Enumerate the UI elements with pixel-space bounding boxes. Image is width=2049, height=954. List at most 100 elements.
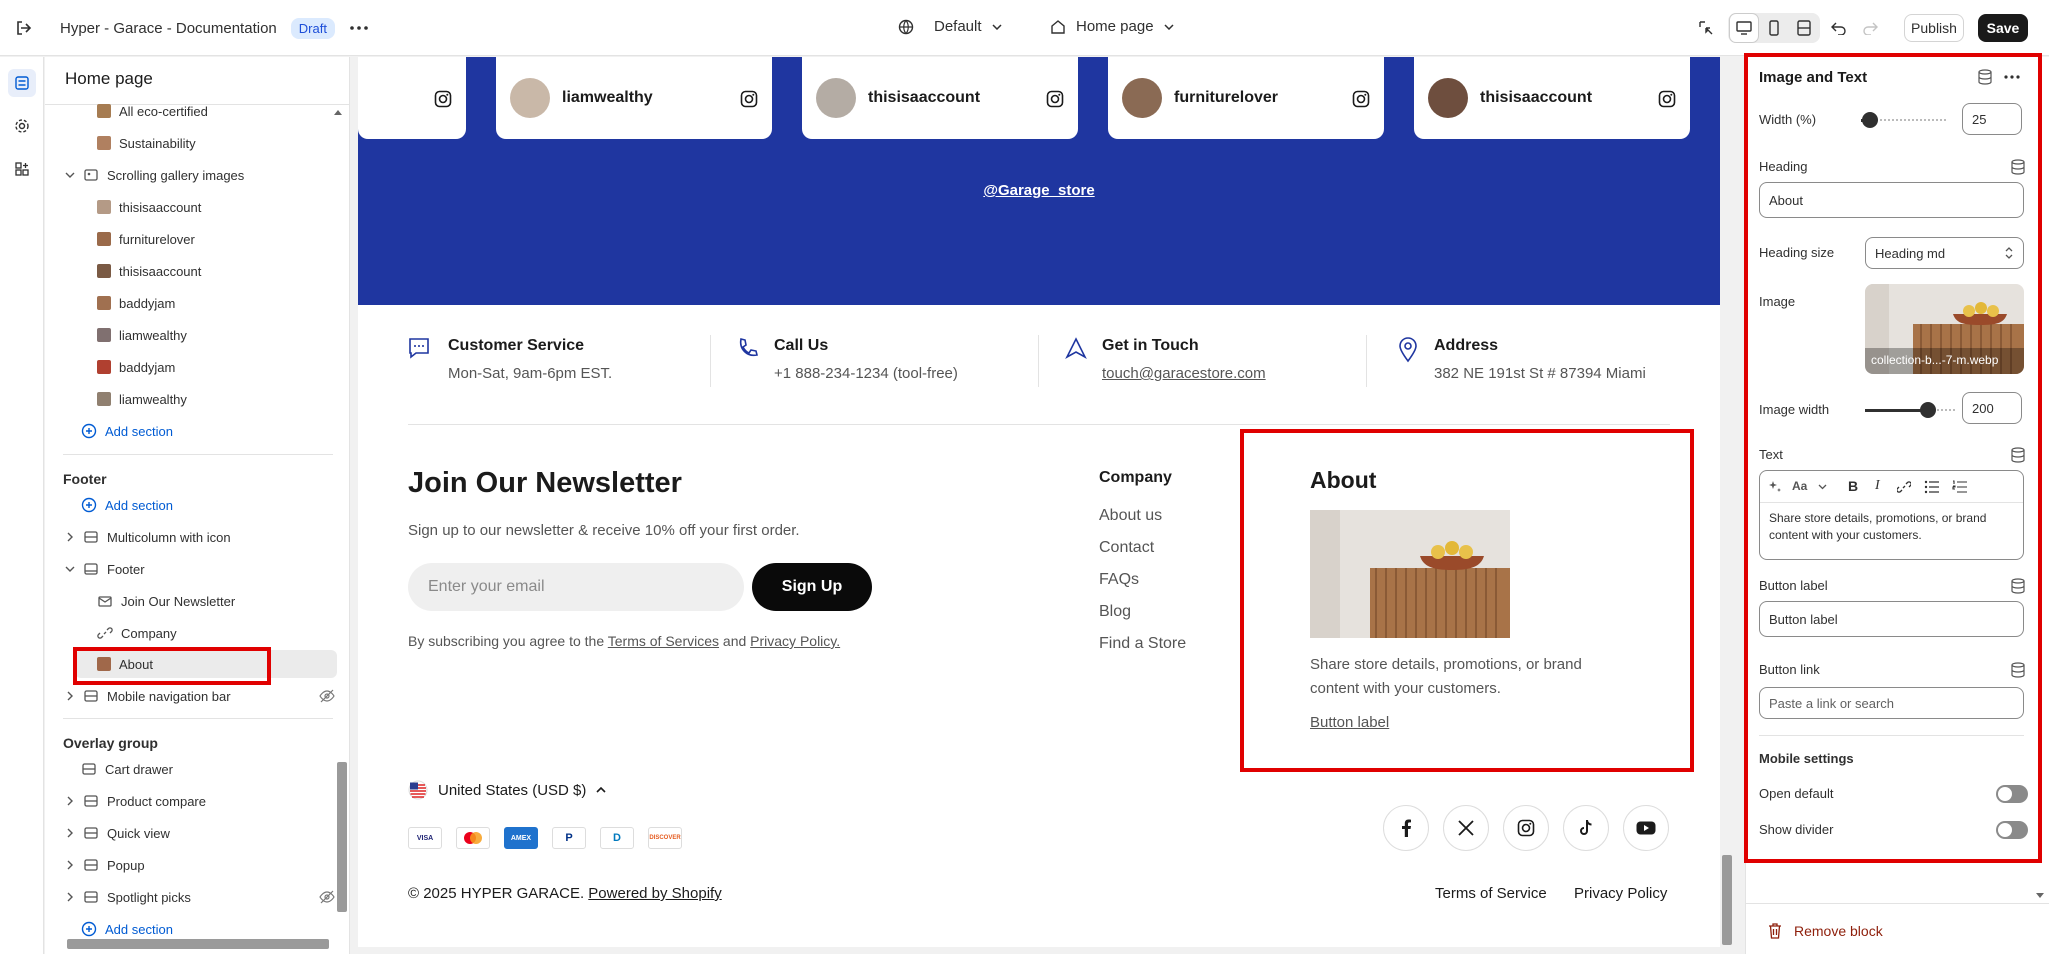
undo-icon[interactable] bbox=[1825, 14, 1853, 42]
hidden-eye-icon[interactable] bbox=[319, 689, 335, 703]
bold-icon[interactable]: B bbox=[1848, 478, 1858, 494]
heading-input[interactable]: About bbox=[1759, 182, 2024, 218]
apps-icon[interactable] bbox=[8, 155, 36, 183]
tree-item-about[interactable]: About bbox=[97, 650, 153, 678]
database-icon[interactable] bbox=[2011, 159, 2025, 175]
terms-of-service-link[interactable]: Terms of Service bbox=[1435, 885, 1547, 902]
footer-link[interactable]: Blog bbox=[1099, 603, 1131, 621]
bullet-list-icon[interactable] bbox=[1924, 480, 1940, 494]
tree-item-popup[interactable]: Popup bbox=[65, 851, 145, 879]
tree-item[interactable]: baddyjam bbox=[97, 353, 175, 381]
database-icon[interactable] bbox=[2011, 578, 2025, 594]
newsletter-email-input[interactable]: Enter your email bbox=[408, 563, 744, 611]
x-twitter-icon[interactable] bbox=[1443, 805, 1489, 851]
ai-sparkle-icon[interactable] bbox=[1768, 480, 1782, 494]
link-icon[interactable] bbox=[1897, 480, 1911, 494]
heading-size-select[interactable]: Heading md bbox=[1865, 237, 2024, 269]
instagram-icon[interactable] bbox=[1503, 805, 1549, 851]
tree-item-mobile-nav[interactable]: Mobile navigation bar bbox=[65, 682, 335, 710]
show-divider-toggle[interactable] bbox=[1996, 821, 2028, 839]
tree-item-scrolling-gallery[interactable]: Scrolling gallery images bbox=[65, 161, 244, 189]
width-slider[interactable] bbox=[1861, 112, 1946, 128]
remove-block-button[interactable]: Remove block bbox=[1768, 923, 1883, 939]
fullscreen-view-icon[interactable] bbox=[1790, 14, 1818, 42]
sign-up-button[interactable]: Sign Up bbox=[752, 563, 872, 611]
numbered-list-icon[interactable] bbox=[1952, 480, 1968, 494]
tree-item[interactable]: liamwealthy bbox=[97, 321, 187, 349]
image-picker[interactable]: collection-b...-7-m.webp bbox=[1865, 284, 2024, 374]
rich-text-content[interactable]: Share store details, promotions, or bran… bbox=[1769, 510, 2014, 544]
tree-item[interactable]: furniturelover bbox=[97, 225, 195, 253]
tree-item-multicolumn[interactable]: Multicolumn with icon bbox=[65, 523, 231, 551]
email-link[interactable]: touch@garacestore.com bbox=[1102, 365, 1266, 382]
about-button-link[interactable]: Button label bbox=[1310, 714, 1389, 731]
desktop-view-icon[interactable] bbox=[1730, 14, 1758, 42]
sections-icon[interactable] bbox=[8, 69, 36, 97]
image-width-slider[interactable] bbox=[1865, 402, 1955, 418]
gallery-card[interactable] bbox=[358, 57, 466, 139]
tiktok-icon[interactable] bbox=[1563, 805, 1609, 851]
tree-item-company[interactable]: Company bbox=[97, 619, 177, 647]
about-image[interactable] bbox=[1310, 510, 1510, 638]
privacy-policy-link[interactable]: Privacy Policy bbox=[1574, 885, 1667, 902]
scroll-up-icon[interactable] bbox=[334, 109, 342, 115]
tree-item[interactable]: liamwealthy bbox=[97, 385, 187, 413]
vertical-scrollbar[interactable] bbox=[337, 762, 347, 912]
publish-button[interactable]: Publish bbox=[1904, 14, 1964, 42]
database-icon[interactable] bbox=[1978, 69, 1992, 85]
width-input[interactable]: 25 bbox=[1962, 103, 2022, 135]
gallery-card[interactable]: thisisaaccount bbox=[1414, 57, 1690, 139]
instagram-handle-link[interactable]: @Garage_store bbox=[358, 182, 1720, 199]
footer-link[interactable]: Find a Store bbox=[1099, 635, 1186, 653]
database-icon[interactable] bbox=[2011, 662, 2025, 678]
mobile-view-icon[interactable] bbox=[1760, 14, 1788, 42]
tree-item-footer[interactable]: Footer bbox=[65, 555, 145, 583]
database-icon[interactable] bbox=[2011, 447, 2025, 463]
tree-item-newsletter[interactable]: Join Our Newsletter bbox=[97, 587, 235, 615]
footer-link[interactable]: About us bbox=[1099, 507, 1162, 525]
more-options-icon[interactable] bbox=[2004, 75, 2020, 79]
gallery-card[interactable]: liamwealthy bbox=[496, 57, 772, 139]
hidden-eye-icon[interactable] bbox=[319, 890, 335, 904]
footer-link[interactable]: FAQs bbox=[1099, 571, 1139, 589]
facebook-icon[interactable] bbox=[1383, 805, 1429, 851]
tree-item-product-compare[interactable]: Product compare bbox=[65, 787, 206, 815]
scroll-down-icon[interactable] bbox=[2036, 893, 2044, 899]
footer-link[interactable]: Contact bbox=[1099, 539, 1154, 557]
chevron-down-icon[interactable] bbox=[1818, 484, 1827, 490]
powered-by-link[interactable]: Powered by Shopify bbox=[588, 885, 721, 902]
theme-selector[interactable]: Default bbox=[898, 18, 1002, 35]
terms-link[interactable]: Terms of Services bbox=[608, 633, 719, 649]
add-section-button[interactable]: Add section bbox=[81, 491, 173, 519]
open-default-toggle[interactable] bbox=[1996, 785, 2028, 803]
tree-item[interactable]: thisisaaccount bbox=[97, 193, 201, 221]
youtube-icon[interactable] bbox=[1623, 805, 1669, 851]
tree-item[interactable]: thisisaaccount bbox=[97, 257, 201, 285]
tree-item[interactable]: baddyjam bbox=[97, 289, 175, 317]
more-options-icon[interactable] bbox=[345, 14, 373, 42]
add-section-button[interactable]: Add section bbox=[81, 417, 173, 445]
button-label-input[interactable]: Button label bbox=[1759, 601, 2024, 637]
rich-text-editor[interactable]: Aa B I Share store details, promotions, … bbox=[1759, 470, 2024, 560]
tree-item-quick-view[interactable]: Quick view bbox=[65, 819, 170, 847]
redo-icon[interactable] bbox=[1856, 14, 1884, 42]
inspector-icon[interactable] bbox=[1692, 14, 1720, 42]
tree-item[interactable]: All eco-certified bbox=[97, 97, 208, 125]
page-selector[interactable]: Home page bbox=[1050, 18, 1174, 35]
tree-item[interactable]: Sustainability bbox=[97, 129, 196, 157]
tree-item-cart-drawer[interactable]: Cart drawer bbox=[81, 755, 173, 783]
privacy-link[interactable]: Privacy Policy. bbox=[750, 633, 840, 649]
horizontal-scrollbar[interactable] bbox=[67, 939, 329, 949]
settings-gear-icon[interactable] bbox=[8, 112, 36, 140]
canvas-scrollbar[interactable] bbox=[1722, 855, 1732, 945]
gallery-card[interactable]: thisisaaccount bbox=[802, 57, 1078, 139]
save-button[interactable]: Save bbox=[1978, 14, 2028, 42]
font-size-icon[interactable]: Aa bbox=[1792, 479, 1807, 493]
button-link-input[interactable]: Paste a link or search bbox=[1759, 687, 2024, 719]
tree-item-spotlight[interactable]: Spotlight picks bbox=[65, 883, 335, 911]
exit-icon[interactable] bbox=[10, 14, 38, 42]
image-width-input[interactable]: 200 bbox=[1962, 392, 2022, 424]
italic-icon[interactable]: I bbox=[1875, 478, 1880, 494]
currency-selector[interactable]: United States (USD $) bbox=[408, 780, 606, 800]
gallery-card[interactable]: furniturelover bbox=[1108, 57, 1384, 139]
